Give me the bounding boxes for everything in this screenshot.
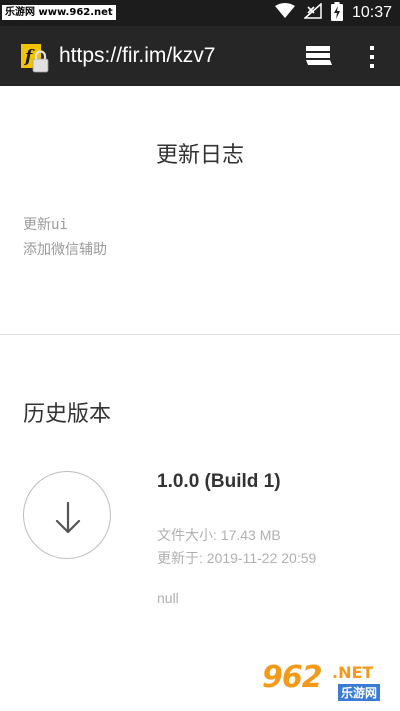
changelog-line: 添加微信辅助 [23, 242, 107, 258]
status-icons: 10:37 [274, 0, 392, 26]
url-text[interactable]: https://fir.im/kzv7 [59, 26, 215, 86]
wifi-icon [274, 3, 295, 23]
changelog-title: 更新日志 [155, 143, 244, 168]
updated-label: 更新于: [157, 550, 207, 566]
tabs-icon[interactable] [304, 44, 334, 70]
updated-value: 2019-11-22 20:59 [206, 550, 317, 566]
changelog-line: 更新ui [23, 217, 68, 233]
file-size-row: 文件大小: 17.43 MB [157, 525, 281, 545]
version-name: 1.0.0 (Build 1) [157, 471, 281, 492]
status-bar: 乐游网 www.962.net 10:37 [0, 0, 400, 26]
download-button[interactable] [23, 471, 111, 559]
watermark-name: 乐游网 [338, 684, 381, 701]
overflow-menu-icon[interactable] [362, 42, 382, 72]
watermark-suffix: .NET [332, 663, 374, 682]
site-lock-icon[interactable]: f [20, 43, 50, 73]
status-time: 10:37 [351, 4, 392, 21]
download-arrow-icon [55, 501, 81, 534]
watermark-logo: 962 .NET 乐游网 [262, 660, 394, 706]
file-size-label: 文件大小: [157, 527, 221, 543]
file-size-value: 17.43 MB [220, 527, 281, 543]
updated-row: 更新于: 2019-11-22 20:59 [157, 548, 316, 568]
version-notes: null [157, 590, 179, 606]
app-bar: f https://fir.im/kzv7 [0, 26, 400, 86]
watermark-number: 962 [262, 660, 323, 695]
signal-icon [302, 2, 322, 23]
watermark-tag: 乐游网 www.962.net [2, 5, 116, 20]
section-divider [0, 334, 400, 335]
history-title: 历史版本 [23, 402, 112, 427]
battery-charging-icon [330, 1, 343, 25]
